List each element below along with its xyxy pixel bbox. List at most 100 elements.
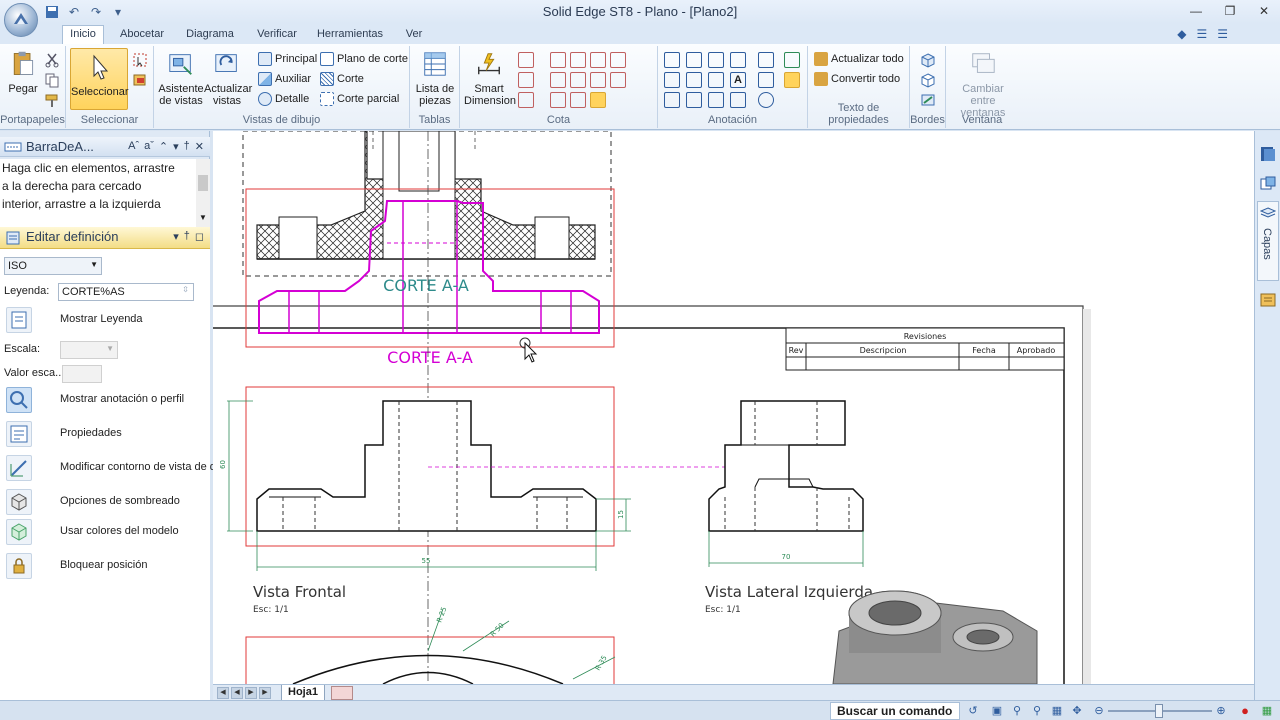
surface-texture-icon[interactable]	[664, 92, 680, 108]
valor-escala-input[interactable]	[62, 365, 102, 383]
actualizar-todo-button[interactable]: Actualizar todo	[814, 50, 904, 68]
first-sheet-icon[interactable]: ◀	[217, 687, 229, 699]
dimension-group-icon[interactable]	[590, 72, 606, 88]
status-ok-icon[interactable]: ▦	[1260, 704, 1274, 718]
distance-between-icon[interactable]	[518, 52, 534, 68]
properties-icon[interactable]	[6, 421, 32, 447]
mostrar-leyenda-row[interactable]: Mostrar Leyenda	[0, 307, 210, 335]
asistente-vistas-button[interactable]: Asistente de vistas	[158, 50, 204, 107]
collapse-icon[interactable]: ⌃	[159, 140, 168, 153]
maximize-panel-icon[interactable]: ◻	[195, 230, 204, 243]
attach-dimension-icon[interactable]	[570, 52, 586, 68]
chamfer-dimension-icon[interactable]	[550, 92, 566, 108]
scroll-down-icon[interactable]: ▼	[199, 213, 207, 222]
mostrar-anotacion-row[interactable]: Mostrar anotación o perfil	[0, 387, 210, 415]
standard-select[interactable]: ISO ▼	[4, 257, 102, 275]
font-increase-icon[interactable]: Aˆ	[128, 140, 139, 153]
gem-icon[interactable]: ◆	[1177, 27, 1186, 41]
dimension-extra-2-icon[interactable]	[610, 72, 626, 88]
edge-display-icon[interactable]	[920, 92, 936, 108]
zoom-minus-icon[interactable]: ⊖	[1092, 704, 1106, 718]
coordinate-dimension-icon[interactable]	[518, 92, 534, 108]
opciones-sombreado-row[interactable]: Opciones de sombreado	[0, 489, 210, 517]
tab-herramientas[interactable]: Herramientas	[314, 26, 386, 44]
usar-colores-row[interactable]: Usar colores del modelo	[0, 519, 210, 547]
tab-abocetar[interactable]: Abocetar	[112, 26, 172, 44]
smart-dimension-button[interactable]: Smart Dimension	[464, 50, 516, 107]
cut-icon[interactable]	[44, 52, 60, 68]
bloquear-posicion-row[interactable]: Bloquear posición	[0, 553, 210, 581]
tab-diagrama[interactable]: Diagrama	[180, 26, 240, 44]
leyenda-input[interactable]: CORTE%AS ⇳	[58, 283, 194, 301]
drawing-canvas[interactable]: Revisiones Rev Descripcion Fecha Aprobad…	[213, 131, 1254, 684]
leyenda-spinner-icon[interactable]: ⇳	[182, 285, 189, 294]
copy-icon[interactable]	[44, 72, 60, 88]
weld-symbol-icon[interactable]	[686, 72, 702, 88]
pin-icon[interactable]: †	[184, 140, 190, 153]
hint-scroll-thumb[interactable]	[198, 175, 208, 191]
modificar-contorno-row[interactable]: Modificar contorno de vista de dib	[0, 455, 224, 483]
record-icon[interactable]: ●	[1238, 704, 1252, 718]
lista-piezas-button[interactable]: Lista de piezas	[414, 50, 456, 107]
escala-select[interactable]: ▼	[60, 341, 118, 359]
zoom-plus-icon[interactable]: ⊕	[1214, 704, 1228, 718]
plano-corte-button[interactable]: Plano de corte	[320, 50, 408, 68]
dimension-style-icon[interactable]	[570, 72, 586, 88]
list-icon-2[interactable]: ☰	[1217, 27, 1228, 41]
properties-dock-icon[interactable]	[1259, 291, 1277, 309]
text-icon[interactable]: A	[730, 72, 746, 88]
last-sheet-icon[interactable]: ▶	[259, 687, 271, 699]
cambiar-ventanas-button[interactable]: Cambiar entre ventanas	[950, 50, 1016, 119]
zoom-slider-thumb[interactable]	[1155, 704, 1163, 718]
angular-coordinate-icon[interactable]	[550, 72, 566, 88]
cube-icon[interactable]	[920, 52, 936, 68]
connector-icon[interactable]	[730, 52, 746, 68]
dropdown-icon[interactable]: ▾	[173, 140, 179, 153]
zoom-icon[interactable]: ⚲	[1010, 704, 1024, 718]
dimension-tool-icon[interactable]	[570, 92, 586, 108]
tab-ver[interactable]: Ver	[396, 26, 432, 44]
hint-scrollbar[interactable]: ▼	[196, 159, 210, 227]
application-button[interactable]	[4, 3, 38, 37]
tab-verificar[interactable]: Verificar	[248, 26, 306, 44]
dimension-axis-icon[interactable]	[590, 52, 606, 68]
library-icon[interactable]	[1259, 145, 1277, 163]
minimize-button[interactable]: —	[1186, 2, 1206, 20]
pan-icon[interactable]: ✥	[1070, 704, 1084, 718]
select-window-icon[interactable]	[132, 72, 148, 88]
convertir-todo-button[interactable]: Convertir todo	[814, 70, 900, 88]
center-mark-icon[interactable]	[758, 52, 774, 68]
detalle-button[interactable]: Detalle	[258, 90, 309, 108]
balloon-icon[interactable]	[664, 72, 680, 88]
pin-2-icon[interactable]: †	[184, 230, 190, 243]
leader-icon[interactable]	[686, 52, 702, 68]
format-painter-icon[interactable]	[44, 92, 60, 108]
tab-inicio[interactable]: Inicio	[62, 25, 104, 45]
cube-outline-icon[interactable]	[920, 72, 936, 88]
dimension-extra-icon[interactable]	[610, 52, 626, 68]
next-sheet-icon[interactable]: ▶	[245, 687, 257, 699]
previous-view-icon[interactable]: ↺	[966, 704, 980, 718]
callout-icon[interactable]	[664, 52, 680, 68]
list-icon[interactable]: ☰	[1196, 27, 1207, 41]
paste-button[interactable]: Pegar	[6, 50, 40, 95]
font-decrease-icon[interactable]: aˇ	[144, 140, 154, 153]
angle-dimension-icon[interactable]	[518, 72, 534, 88]
annotation-active-icon[interactable]	[784, 72, 800, 88]
standard-dropdown-icon[interactable]: ▼	[90, 260, 98, 269]
corte-button[interactable]: Corte	[320, 70, 364, 88]
close-button[interactable]: ✕	[1254, 2, 1274, 20]
model-colors-icon[interactable]	[6, 519, 32, 545]
zoom-area-icon[interactable]: ▣	[990, 704, 1004, 718]
select-tool-icon[interactable]	[132, 52, 148, 68]
center-line-icon[interactable]	[758, 72, 774, 88]
actualizar-vistas-button[interactable]: Actualizar vistas	[204, 50, 252, 107]
datum-frame-icon[interactable]	[708, 72, 724, 88]
fit-icon[interactable]: ▦	[1050, 704, 1064, 718]
edge-condition-icon[interactable]	[686, 92, 702, 108]
shading-options-icon[interactable]	[6, 489, 32, 515]
pathfinder-icon[interactable]	[1259, 175, 1277, 193]
lock-icon[interactable]	[6, 553, 32, 579]
bolt-hole-icon[interactable]	[730, 92, 746, 108]
dimension-grid-icon[interactable]	[590, 92, 606, 108]
